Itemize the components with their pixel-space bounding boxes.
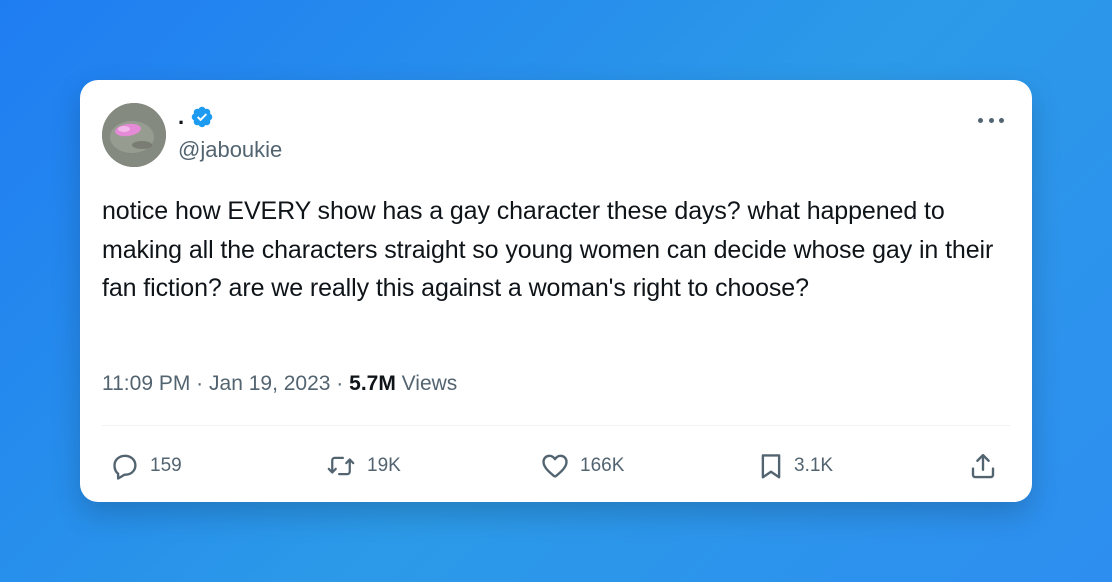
retweet-count: 19K [367, 455, 401, 476]
views-count: 5.7M [349, 372, 396, 395]
retweet-button[interactable]: 19K [323, 451, 401, 481]
tweet-time[interactable]: 11:09 PM [102, 372, 190, 395]
bookmark-count: 3.1K [794, 455, 834, 476]
share-icon [971, 453, 995, 479]
meta-separator: · [196, 372, 204, 395]
tweet-card: . @jaboukie notice how EVERY show has a … [80, 80, 1032, 502]
bookmark-icon [761, 454, 781, 479]
author-name-row: . [178, 104, 214, 130]
like-button[interactable]: 166K [538, 451, 624, 481]
tweet-text: notice how EVERY show has a gay characte… [102, 197, 994, 302]
author-handle[interactable]: @jaboukie [178, 137, 282, 163]
meta-separator: · [336, 372, 344, 395]
reply-button[interactable]: 159 [108, 451, 182, 481]
like-count: 166K [580, 455, 625, 476]
share-button[interactable] [968, 451, 998, 481]
heart-icon [542, 454, 568, 478]
reply-count: 159 [150, 455, 182, 476]
tweet-date[interactable]: Jan 19, 2023 [209, 372, 330, 395]
divider [102, 425, 1010, 426]
display-name[interactable]: . [178, 104, 184, 130]
tweet-meta: 11:09 PM · Jan 19, 2023 · 5.7M Views [102, 371, 457, 397]
retweet-icon [327, 456, 355, 476]
views-label: Views [401, 372, 458, 395]
avatar[interactable] [102, 103, 166, 167]
bookmark-button[interactable]: 3.1K [756, 451, 833, 481]
reply-icon [113, 454, 137, 480]
more-options-icon[interactable] [978, 110, 1004, 130]
verified-badge-icon [191, 106, 213, 128]
